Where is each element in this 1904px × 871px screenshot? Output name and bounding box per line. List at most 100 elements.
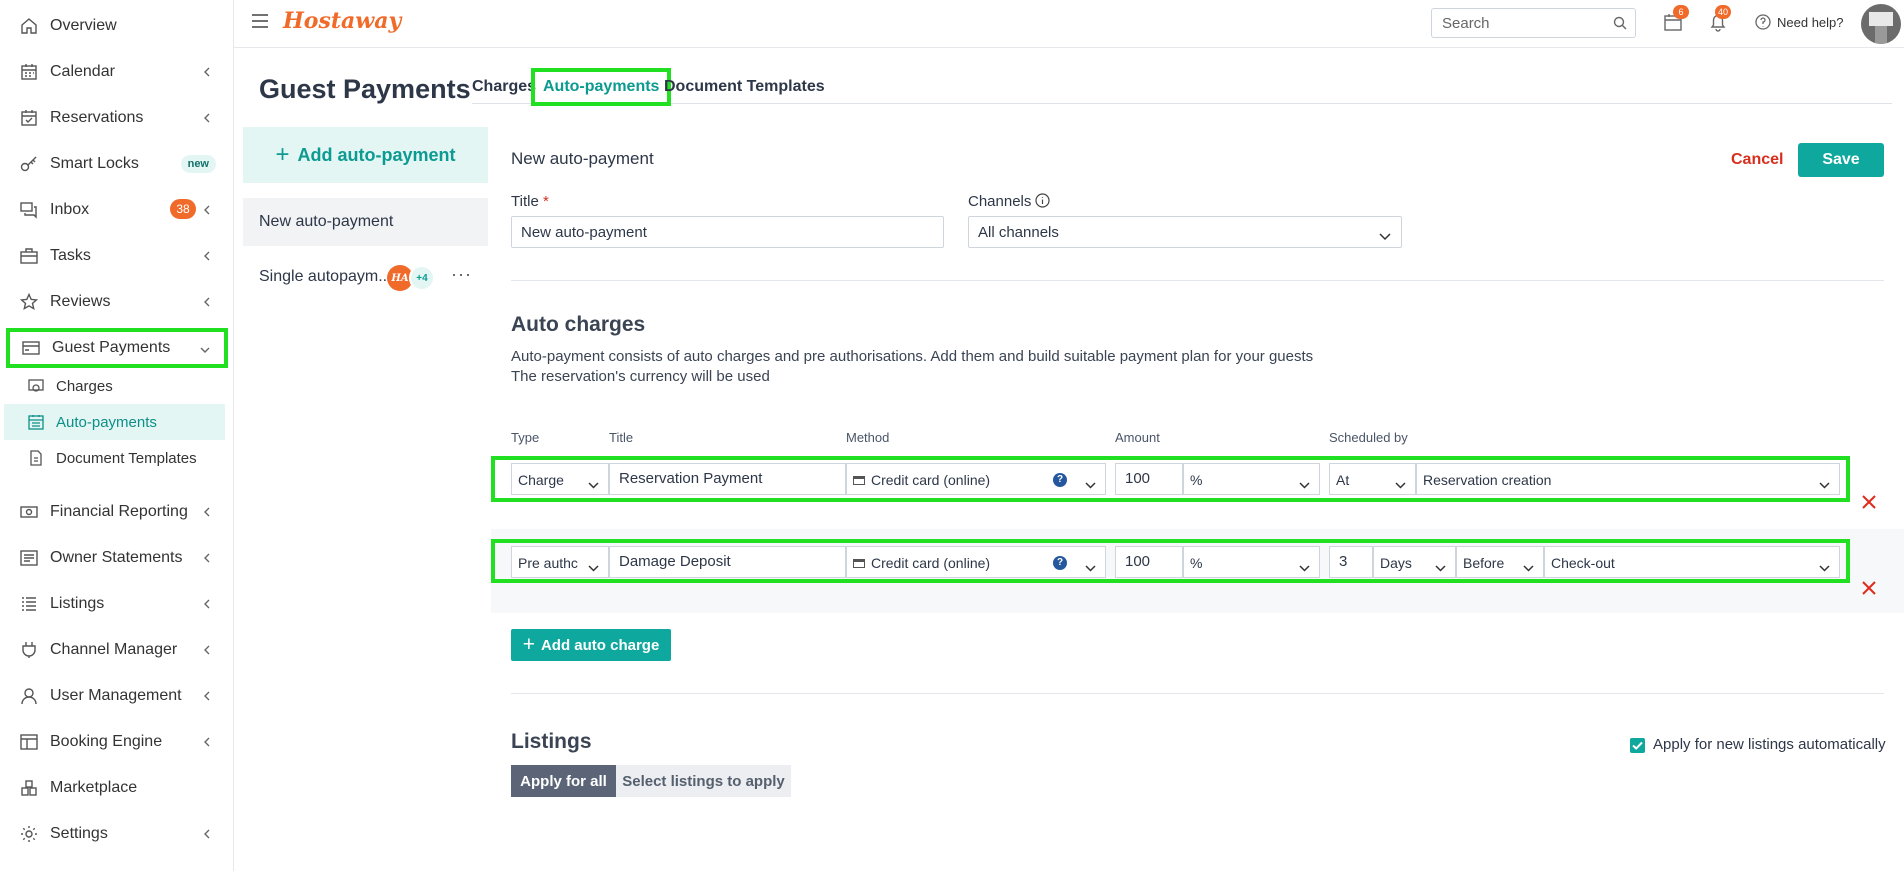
channels-select[interactable]: All channels <box>968 216 1402 248</box>
sidebar-item-label: Channel Manager <box>50 641 178 658</box>
method-select[interactable]: Credit card (online) ? <box>846 463 1106 495</box>
more-options-icon[interactable]: ··· <box>451 264 472 285</box>
user-icon <box>20 687 38 705</box>
plus-icon: + <box>522 633 535 656</box>
search-placeholder: Search <box>1442 15 1490 32</box>
amount-value: 100 <box>1125 553 1151 570</box>
title-value: Reservation Payment <box>619 470 763 487</box>
event-select[interactable]: Reservation creation <box>1416 463 1840 495</box>
chevron-left-icon <box>202 642 212 658</box>
form-heading: New auto-payment <box>511 149 654 168</box>
days-input[interactable]: 3 <box>1329 546 1373 578</box>
sidebar-item-listings[interactable]: Listings <box>0 584 234 624</box>
column-header-title: Title <box>609 430 634 445</box>
chevron-down-icon <box>1435 559 1446 572</box>
search-input[interactable]: Search <box>1431 8 1636 38</box>
sidebar-item-guest-payments[interactable]: Guest Payments <box>6 328 228 368</box>
menu-icon[interactable] <box>252 14 268 28</box>
sidebar-item-label: Financial Reporting <box>50 503 188 520</box>
tab-document-templates[interactable]: Document Templates <box>664 78 825 96</box>
chevron-down-icon <box>1395 476 1406 489</box>
sidebar-subitem-label: Charges <box>56 377 113 395</box>
days-unit-select[interactable]: Days <box>1373 546 1456 578</box>
sidebar-item-marketplace[interactable]: Marketplace <box>0 768 234 808</box>
relation-select[interactable]: Before <box>1456 546 1544 578</box>
sidebar-item-settings[interactable]: Settings <box>0 814 234 854</box>
type-select[interactable]: Charge <box>511 463 609 495</box>
column-header-amount: Amount <box>1115 430 1160 445</box>
divider <box>511 280 1884 281</box>
sidebar-item-label: Reservations <box>50 109 144 126</box>
chevron-down-icon <box>1379 228 1391 241</box>
remove-row-icon[interactable] <box>1861 580 1877 596</box>
amount-unit-select[interactable]: % <box>1183 463 1320 495</box>
sidebar-item-label: Tasks <box>50 247 91 264</box>
avatar[interactable] <box>1861 4 1901 44</box>
key-icon <box>20 155 38 173</box>
event-select[interactable]: Check-out <box>1544 546 1840 578</box>
sidebar-item-channel-manager[interactable]: Channel Manager <box>0 630 234 670</box>
chevron-left-icon <box>202 294 212 310</box>
chevron-left-icon <box>202 596 212 612</box>
title-input[interactable]: Damage Deposit <box>609 546 846 578</box>
auto-apply-checkbox[interactable] <box>1630 738 1645 753</box>
help-link[interactable]: Need help? <box>1755 14 1844 30</box>
auto-payment-list-item[interactable]: New auto-payment <box>243 198 488 246</box>
sidebar-item-calendar[interactable]: Calendar <box>0 52 234 92</box>
sidebar-item-tasks[interactable]: Tasks <box>0 236 234 276</box>
timing-select[interactable]: At <box>1329 463 1416 495</box>
type-select[interactable]: Pre authc <box>511 546 609 578</box>
add-auto-payment-button[interactable]: + Add auto-payment <box>243 127 488 183</box>
sidebar-item-booking-engine[interactable]: Booking Engine <box>0 722 234 762</box>
amount-input[interactable]: 100 <box>1115 546 1183 578</box>
column-header-type: Type <box>511 430 540 445</box>
auto-charges-heading: Auto charges <box>511 313 646 336</box>
add-auto-charge-button[interactable]: + Add auto charge <box>511 629 671 661</box>
sidebar-item-owner-statements[interactable]: Owner Statements <box>0 538 234 578</box>
sidebar-item-smart-locks[interactable]: Smart Locks new <box>0 144 234 184</box>
calendar-badge: 6 <box>1673 5 1689 19</box>
chevron-down-icon <box>200 342 210 358</box>
chevron-down-icon <box>1819 476 1830 489</box>
sidebar-item-user-management[interactable]: User Management <box>0 676 234 716</box>
amount-unit-select[interactable]: % <box>1183 546 1320 578</box>
add-auto-charge-label: Add auto charge <box>540 636 660 654</box>
tab-auto-payments[interactable]: Auto-payments <box>531 68 672 106</box>
sidebar-item-overview[interactable]: Overview <box>0 6 234 46</box>
days-unit-value: Days <box>1380 555 1412 571</box>
amount-input[interactable]: 100 <box>1115 463 1183 495</box>
chevron-left-icon <box>202 64 212 80</box>
unit-value: % <box>1190 472 1203 488</box>
type-value: Pre authc <box>518 555 578 571</box>
page-title: Guest Payments <box>259 74 471 104</box>
chat-icon <box>20 201 38 219</box>
unread-count-badge: 38 <box>170 199 196 219</box>
plug-icon <box>20 641 38 659</box>
help-icon[interactable]: ? <box>1053 556 1067 570</box>
tab-charges[interactable]: Charges <box>472 78 536 96</box>
sidebar-item-reviews[interactable]: Reviews <box>0 282 234 322</box>
sidebar-subitem-charges[interactable]: Charges <box>24 368 226 404</box>
more-channels-chip: +4 <box>409 265 435 291</box>
title-input[interactable]: Reservation Payment <box>609 463 846 495</box>
column-header-scheduled-by: Scheduled by <box>1329 430 1408 445</box>
remove-row-icon[interactable] <box>1861 494 1877 510</box>
title-field[interactable]: New auto-payment <box>511 216 944 248</box>
column-header-method: Method <box>846 430 890 445</box>
listings-heading: Listings <box>511 730 592 753</box>
sidebar-subitem-auto-payments[interactable]: Auto-payments <box>4 404 225 440</box>
select-listings-button[interactable]: Select listings to apply <box>616 765 791 797</box>
apply-for-all-button[interactable]: Apply for all <box>511 765 616 797</box>
sidebar-item-reservations[interactable]: Reservations <box>0 98 234 138</box>
method-select[interactable]: Credit card (online) ? <box>846 546 1106 578</box>
help-icon[interactable]: ? <box>1053 473 1067 487</box>
cancel-button[interactable]: Cancel <box>1731 151 1783 169</box>
add-auto-payment-label: Add auto-payment <box>297 144 456 165</box>
sidebar-subitem-document-templates[interactable]: Document Templates <box>24 440 226 476</box>
hostaway-logo[interactable]: Hostaway <box>283 8 401 34</box>
save-button[interactable]: Save <box>1798 143 1884 177</box>
sidebar-item-financial-reporting[interactable]: Financial Reporting <box>0 492 234 532</box>
sidebar-item-inbox[interactable]: Inbox 38 <box>0 190 234 230</box>
credit-card-icon <box>853 559 865 568</box>
title-value: New auto-payment <box>521 224 647 241</box>
